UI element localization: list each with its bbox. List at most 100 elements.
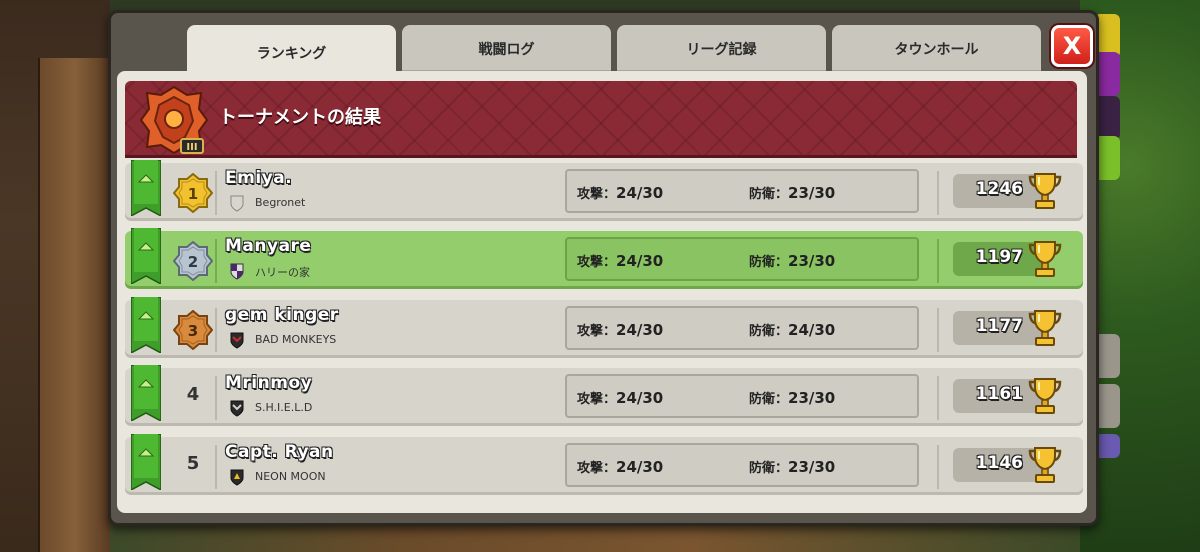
- attack-label: 攻撃：: [577, 392, 617, 407]
- rank-number: 1: [188, 185, 198, 203]
- defense-label: 防衛：: [749, 255, 789, 270]
- player-name[interactable]: gem kinger: [225, 305, 339, 325]
- stats-box: 攻撃：24/30 防衛：23/30: [565, 237, 919, 281]
- attack-stat: 攻撃：24/30: [577, 457, 663, 476]
- divider: [215, 445, 217, 489]
- player-name[interactable]: Emiya.: [225, 168, 292, 188]
- attack-stat: 攻撃：24/30: [577, 251, 663, 270]
- svg-text:III: III: [186, 142, 197, 153]
- trophy-icon: [1028, 173, 1062, 209]
- stats-box: 攻撃：24/30 防衛：23/30: [565, 443, 919, 487]
- attack-value: 24/30: [616, 321, 664, 339]
- ranking-row[interactable]: 5 Capt. Ryan NEON MOON 攻撃：24/30 防衛：23/30…: [125, 434, 1083, 495]
- clan-name[interactable]: NEON MOON: [255, 470, 326, 483]
- tab-label: 戦闘ログ: [478, 42, 535, 58]
- trophy-count: 1177: [975, 316, 1023, 336]
- clan-badge-icon: [230, 332, 244, 349]
- divider: [215, 308, 217, 352]
- rank-number: 4: [186, 384, 200, 405]
- ranking-row[interactable]: 2 Manyare ハリーの家 攻撃：24/30 防衛：23/30 1197: [125, 228, 1083, 289]
- player-name[interactable]: Manyare: [225, 236, 311, 256]
- tab-label: タウンホール: [894, 42, 979, 58]
- attack-stat: 攻撃：24/30: [577, 183, 663, 202]
- defense-stat: 防衛：23/30: [749, 457, 835, 476]
- rank-up-ribbon-icon: [131, 160, 161, 216]
- tab-label: ランキング: [256, 46, 327, 62]
- clan-name[interactable]: BAD MONKEYS: [255, 333, 336, 346]
- defense-label: 防衛：: [749, 461, 789, 476]
- clan-name[interactable]: Begronet: [255, 196, 305, 209]
- rank-number: 2: [188, 253, 198, 271]
- league-badge-icon: III: [139, 85, 209, 155]
- ranking-row[interactable]: 3 gem kinger BAD MONKEYS 攻撃：24/30 防衛：24/…: [125, 297, 1083, 358]
- attack-label: 攻撃：: [577, 461, 617, 476]
- attack-stat: 攻撃：24/30: [577, 320, 663, 339]
- trophy-count: 1146: [975, 453, 1023, 473]
- divider: [215, 171, 217, 215]
- clan-name[interactable]: ハリーの家: [255, 264, 310, 280]
- player-name[interactable]: Mrinmoy: [225, 373, 312, 393]
- tab-league-record[interactable]: リーグ記録: [617, 25, 826, 73]
- defense-label: 防衛：: [749, 324, 789, 339]
- rank-up-ribbon-icon: [131, 297, 161, 353]
- close-button[interactable]: X: [1051, 25, 1093, 67]
- rank-medal-icon: 2: [173, 241, 213, 281]
- ranking-row[interactable]: 1 Emiya. Begronet 攻撃：24/30 防衛：23/30 1246: [125, 160, 1083, 221]
- attack-value: 24/30: [616, 389, 664, 407]
- rank-up-ribbon-icon: [131, 365, 161, 421]
- divider: [937, 376, 939, 420]
- divider: [937, 445, 939, 489]
- tab-label: リーグ記録: [686, 42, 757, 58]
- trophy-icon: [1028, 310, 1062, 346]
- trophy-icon: [1028, 241, 1062, 277]
- rank-up-ribbon-icon: [131, 434, 161, 490]
- clan-badge-icon: [230, 263, 244, 280]
- attack-value: 24/30: [616, 458, 664, 476]
- defense-stat: 防衛：23/30: [749, 183, 835, 202]
- clan-badge-icon: [230, 469, 244, 486]
- attack-value: 24/30: [616, 184, 664, 202]
- divider: [937, 308, 939, 352]
- rank-number: 3: [188, 322, 198, 340]
- attack-label: 攻撃：: [577, 187, 617, 202]
- clan-name[interactable]: S.H.I.E.L.D: [255, 401, 312, 414]
- defense-value: 23/30: [788, 389, 836, 407]
- tab-battle-log[interactable]: 戦闘ログ: [402, 25, 611, 73]
- attack-label: 攻撃：: [577, 324, 617, 339]
- defense-label: 防衛：: [749, 392, 789, 407]
- background-wooden-pillar: [38, 58, 110, 552]
- divider: [937, 239, 939, 283]
- defense-stat: 防衛：23/30: [749, 251, 835, 270]
- divider: [215, 376, 217, 420]
- defense-value: 23/30: [788, 458, 836, 476]
- rank-up-ribbon-icon: [131, 228, 161, 284]
- defense-label: 防衛：: [749, 187, 789, 202]
- close-icon: X: [1062, 32, 1082, 60]
- defense-stat: 防衛：23/30: [749, 388, 835, 407]
- divider: [215, 239, 217, 283]
- player-name[interactable]: Capt. Ryan: [225, 442, 334, 462]
- rank-number: 5: [186, 453, 200, 474]
- attack-value: 24/30: [616, 252, 664, 270]
- defense-value: 23/30: [788, 184, 836, 202]
- attack-label: 攻撃：: [577, 255, 617, 270]
- rank-medal-icon: 3: [173, 310, 213, 350]
- trophy-count: 1246: [975, 179, 1023, 199]
- trophy-count: 1161: [975, 384, 1023, 404]
- tab-town-hall[interactable]: タウンホール: [832, 25, 1041, 73]
- tournament-window: ランキング 戦闘ログ リーグ記録 タウンホール X III トーナメントの結果: [108, 10, 1099, 526]
- banner-title: トーナメントの結果: [219, 107, 381, 128]
- rank-medal-icon: 1: [173, 173, 213, 213]
- stats-box: 攻撃：24/30 防衛：24/30: [565, 306, 919, 350]
- divider: [937, 171, 939, 215]
- ranking-panel: III トーナメントの結果 1 Emiya. Begronet 攻撃：24/30…: [117, 71, 1087, 513]
- trophy-count: 1197: [975, 247, 1023, 267]
- clan-badge-icon: [230, 195, 244, 212]
- defense-stat: 防衛：24/30: [749, 320, 835, 339]
- trophy-icon: [1028, 447, 1062, 483]
- ranking-row[interactable]: 4 Mrinmoy S.H.I.E.L.D 攻撃：24/30 防衛：23/30 …: [125, 365, 1083, 426]
- stats-box: 攻撃：24/30 防衛：23/30: [565, 169, 919, 213]
- defense-value: 23/30: [788, 252, 836, 270]
- clan-badge-icon: [230, 400, 244, 417]
- attack-stat: 攻撃：24/30: [577, 388, 663, 407]
